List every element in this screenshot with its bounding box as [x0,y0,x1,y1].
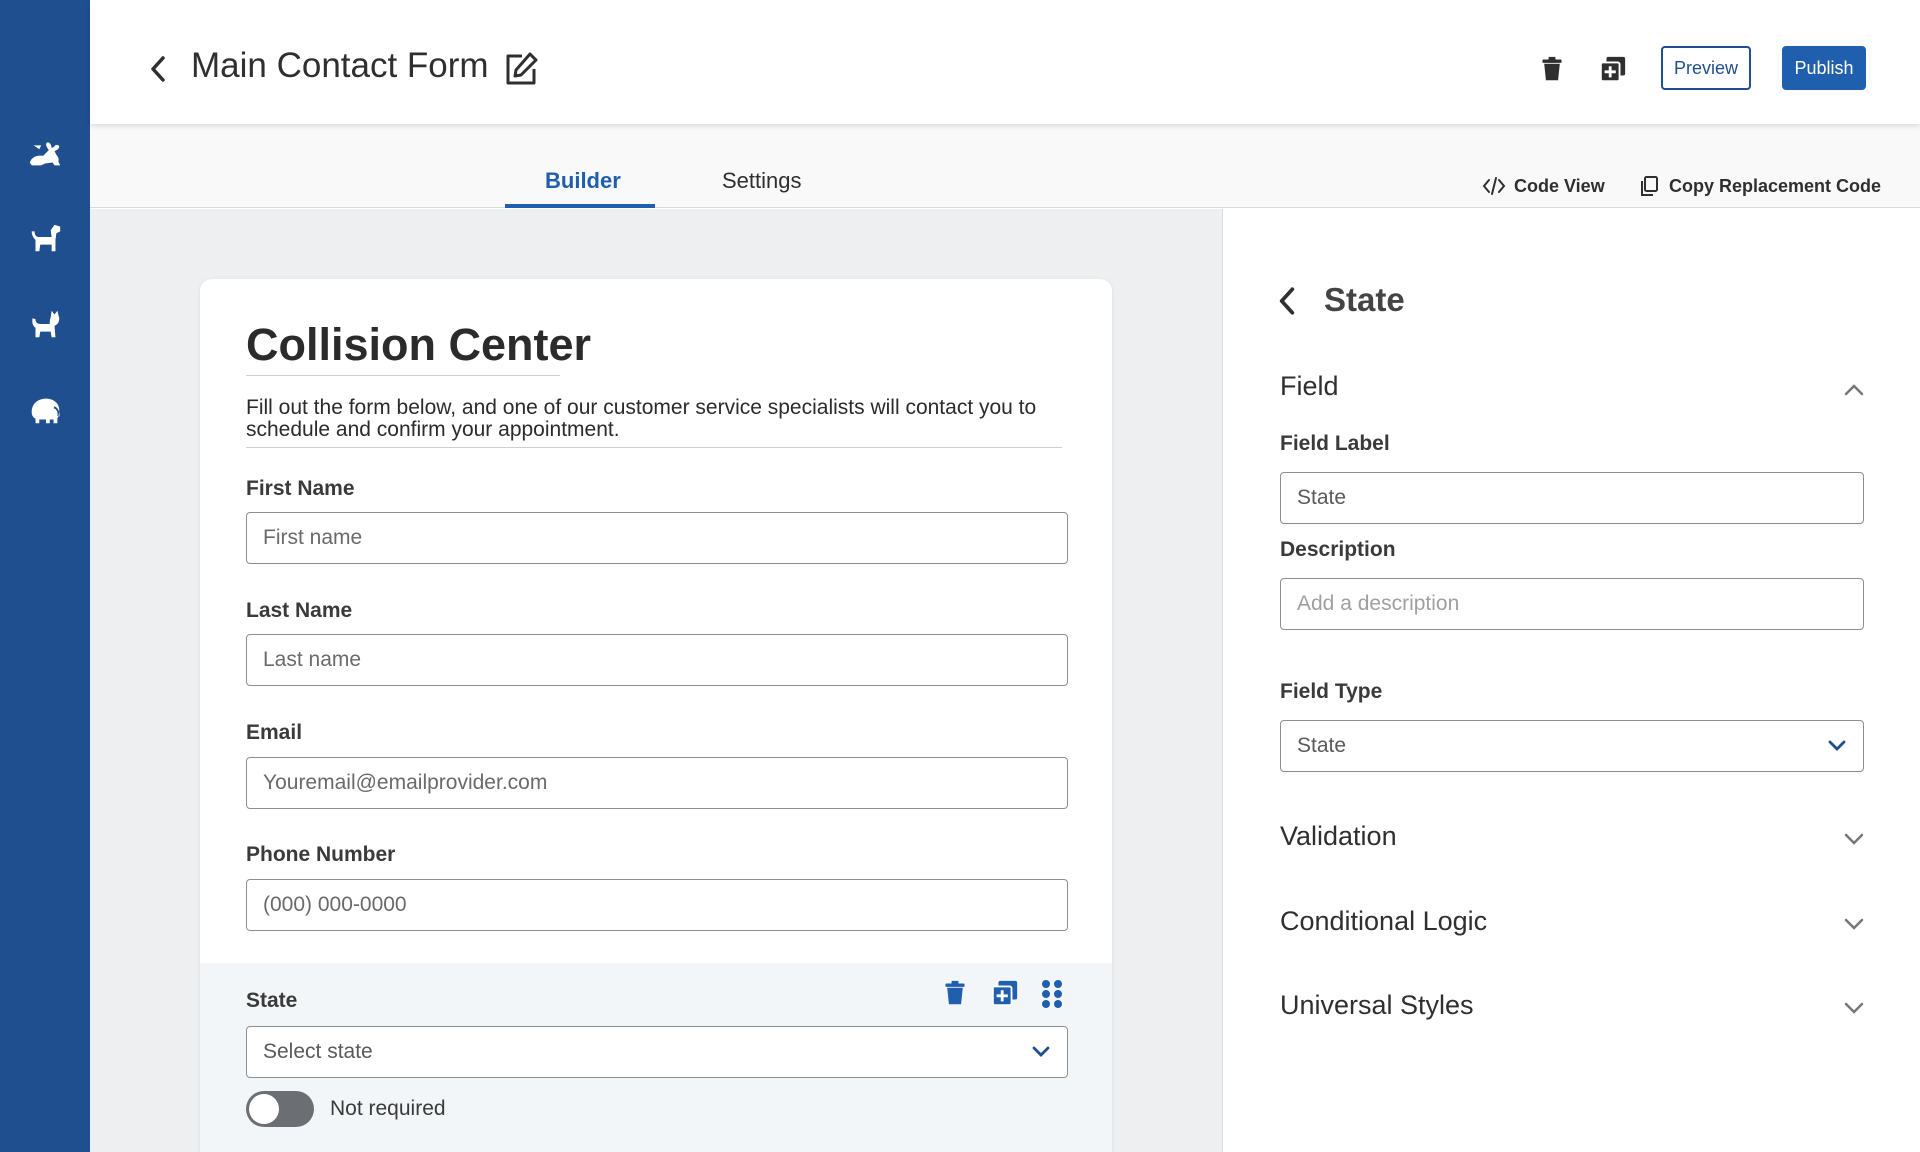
state-label: State [246,989,298,1012]
preview-button[interactable]: Preview [1661,46,1751,90]
validation-section-header[interactable]: Validation [1280,821,1397,852]
state-select[interactable]: Select state [246,1026,1068,1078]
form-title[interactable]: Collision Center [246,319,591,371]
email-input[interactable] [246,757,1068,809]
toggle-knob [249,1094,279,1124]
field-type-label: Field Type [1280,680,1383,703]
builder-canvas: Collision Center Fill out the form below… [90,209,1222,1152]
trash-icon[interactable] [1535,52,1569,86]
page-title: Main Contact Form [191,46,489,85]
chevron-up-icon[interactable] [1841,377,1867,403]
phone-label: Phone Number [246,843,396,866]
tab-builder[interactable]: Builder [545,168,621,194]
tab-bar: Builder Settings Code View Copy Replacem… [90,124,1920,208]
chevron-down-icon[interactable] [1841,911,1867,937]
form-description[interactable]: Fill out the form below, and one of our … [246,397,1066,441]
app-header: Main Contact Form Preview Publish [90,0,1920,124]
drag-handle-icon[interactable] [1040,979,1068,1009]
field-duplicate-icon[interactable] [991,979,1019,1009]
back-chevron-icon[interactable] [142,50,174,88]
publish-button[interactable]: Publish [1782,46,1866,90]
chevron-down-icon [1828,740,1846,751]
field-label-input[interactable] [1280,472,1864,524]
panel-title: State [1324,281,1405,318]
code-view-link[interactable]: Code View [1482,175,1605,197]
rabbit-icon[interactable] [24,132,66,174]
field-type-select[interactable]: State [1280,720,1864,772]
required-toggle-label: Not required [330,1097,446,1120]
chevron-down-icon[interactable] [1841,826,1867,852]
code-view-label: Code View [1514,175,1605,196]
field-trash-icon[interactable] [942,979,970,1009]
required-toggle[interactable] [246,1091,314,1127]
conditional-logic-section-header[interactable]: Conditional Logic [1280,906,1487,937]
chevron-down-icon[interactable] [1841,995,1867,1021]
state-select-placeholder: Select state [263,1040,373,1063]
field-settings-panel: State Field Field Label Description Fiel… [1222,209,1920,1152]
tab-settings[interactable]: Settings [722,168,802,194]
phone-input[interactable] [246,879,1068,931]
state-field-selected[interactable]: State Select state Not required [200,963,1112,1152]
description-label: Description [1280,538,1396,561]
field-section-header[interactable]: Field [1280,371,1339,402]
field-label-label: Field Label [1280,432,1390,455]
left-rail [0,0,90,1152]
description-input[interactable] [1280,578,1864,630]
first-name-input[interactable] [246,512,1068,564]
chevron-down-icon [1032,1046,1050,1057]
copy-code-label: Copy Replacement Code [1669,175,1882,196]
copy-icon [1641,176,1658,196]
last-name-input[interactable] [246,634,1068,686]
universal-styles-section-header[interactable]: Universal Styles [1280,990,1474,1021]
email-label: Email [246,721,303,744]
duplicate-icon[interactable] [1596,52,1630,86]
cat-icon[interactable] [24,303,66,345]
edit-pencil-icon[interactable] [502,50,540,88]
first-name-label: First Name [246,477,355,500]
description-divider [246,447,1062,448]
copy-replacement-code-link[interactable]: Copy Replacement Code [1637,175,1881,197]
last-name-label: Last Name [246,599,353,622]
panel-back-chevron-icon[interactable] [1275,285,1299,317]
elephant-icon[interactable] [24,389,66,431]
field-type-value: State [1297,734,1347,757]
code-icon [1482,177,1506,195]
active-tab-indicator [505,204,655,208]
dog-icon[interactable] [24,217,66,259]
title-divider [246,375,560,376]
form-card: Collision Center Fill out the form below… [200,279,1112,1152]
